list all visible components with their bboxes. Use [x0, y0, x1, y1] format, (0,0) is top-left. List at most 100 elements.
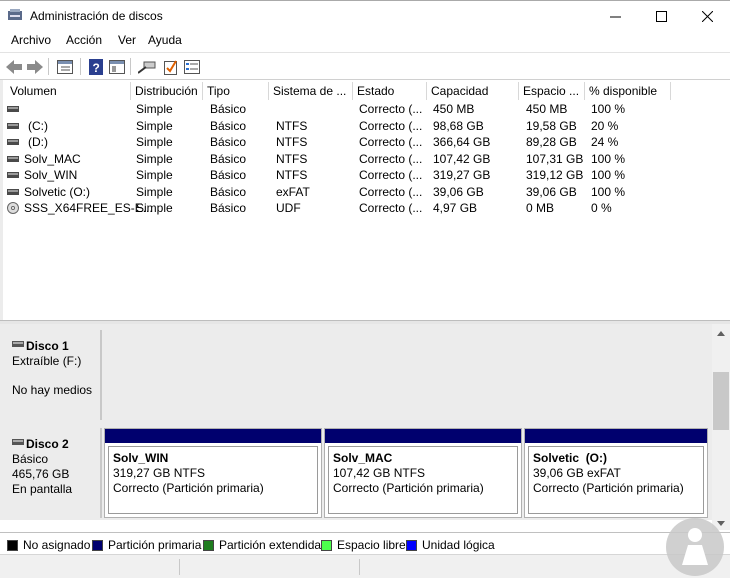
- partition-solv-win[interactable]: Solv_WIN 319,27 GB NTFS Correcto (Partic…: [104, 428, 322, 518]
- legend-item: Partición primaria: [92, 538, 201, 552]
- disk-pane-scrollbar[interactable]: [712, 324, 730, 530]
- cell-layout: Simple: [136, 102, 173, 116]
- volume-row[interactable]: Solvetic (O:) Simple Básico exFAT Correcto (…: [3, 184, 730, 201]
- minimize-button[interactable]: [592, 1, 638, 31]
- toolbar-separator: [130, 58, 131, 75]
- settings-list-button[interactable]: [183, 58, 201, 76]
- connect-button[interactable]: [138, 58, 156, 76]
- menu-archivo[interactable]: Archivo: [11, 33, 51, 47]
- legend-bar: No asignado Partición primaria Partición…: [0, 532, 730, 554]
- view-button[interactable]: [108, 58, 126, 76]
- maximize-icon: [655, 10, 667, 22]
- column-sistema-archivos[interactable]: Sistema de ...: [269, 82, 353, 100]
- cell-volume: SSS_X64FREE_ES-E...: [24, 201, 153, 215]
- partition-name: Solv_WIN: [113, 451, 169, 465]
- column-capacidad[interactable]: Capacidad: [427, 82, 519, 100]
- cell-volume: (C:): [28, 118, 48, 133]
- column-distribucion[interactable]: Distribución: [131, 82, 203, 100]
- cell-layout: Simple: [136, 168, 173, 182]
- cell-capacity: 450 MB: [433, 102, 475, 116]
- cell-status: Correcto (...: [359, 102, 423, 116]
- partition-solv-mac[interactable]: Solv_MAC 107,42 GB NTFS Correcto (Partic…: [324, 428, 522, 518]
- connect-icon: [138, 61, 156, 74]
- column-espacio-disponible[interactable]: Espacio ...: [519, 82, 585, 100]
- legend-item: Partición extendida: [203, 538, 321, 552]
- cell-fs: exFAT: [276, 184, 310, 199]
- volume-drive-icon: [7, 122, 19, 129]
- partition-status: Correcto (Partición primaria): [113, 481, 264, 495]
- maximize-button[interactable]: [638, 1, 684, 31]
- cell-pct: 100 %: [591, 151, 626, 166]
- column-tipo[interactable]: Tipo: [203, 82, 269, 100]
- back-button[interactable]: [5, 58, 23, 76]
- legend-item: Unidad lógica: [406, 538, 495, 552]
- scrollbar-thumb[interactable]: [713, 372, 729, 430]
- properties-icon: [57, 60, 73, 74]
- legend-label: Espacio libre: [337, 538, 406, 552]
- legend-swatch: [203, 539, 214, 551]
- cell-status: Correcto (...: [359, 168, 423, 182]
- disk1-name: Disco 1: [26, 339, 69, 353]
- close-button[interactable]: [684, 1, 730, 31]
- disk1-label[interactable]: Disco 1 Extraíble (F:) No hay medios: [4, 330, 102, 420]
- cell-fs: NTFS: [276, 118, 308, 133]
- partition-name: Solv_MAC: [333, 451, 393, 465]
- volume-drive-icon: [7, 106, 19, 112]
- legend-swatch: [92, 539, 103, 551]
- volume-row[interactable]: Solv_MAC Simple Básico NTFS Correcto (... 107…: [3, 151, 730, 168]
- partition-body: Solv_MAC 107,42 GB NTFS Correcto (Partic…: [328, 446, 518, 514]
- column-volumen[interactable]: Volumen: [6, 82, 131, 100]
- cell-volume: Solv_WIN: [24, 168, 78, 182]
- volume-drive-icon: [7, 172, 19, 178]
- volume-row[interactable]: SSS_X64FREE_ES-E... Simple Básico UDF Correc…: [3, 200, 730, 217]
- cell-status: Correcto (...: [359, 151, 423, 166]
- partition-body: Solvetic (O:) 39,06 GB exFAT Correcto (P…: [528, 446, 704, 514]
- volume-drive-icon: [7, 139, 19, 145]
- properties-button[interactable]: [56, 58, 74, 76]
- cell-type: Básico: [210, 118, 247, 133]
- cell-pct: 0 %: [591, 201, 612, 215]
- partition-solvetic[interactable]: Solvetic (O:) 39,06 GB exFAT Correcto (P…: [524, 428, 708, 518]
- cell-layout: Simple: [136, 201, 173, 215]
- cell-status: Correcto (...: [359, 135, 423, 149]
- legend-swatch: [406, 539, 417, 551]
- scroll-up-button[interactable]: [712, 326, 730, 340]
- disk2-kind: Básico: [12, 452, 49, 466]
- volume-row[interactable]: (D:) Simple Básico NTFS Correcto (... 366,64 …: [3, 134, 730, 151]
- column-estado[interactable]: Estado: [353, 82, 427, 100]
- cell-fs: NTFS: [276, 168, 308, 182]
- cell-type: Básico: [210, 201, 247, 215]
- volume-row[interactable]: Simple Básico Correcto (... 450 MB 450 MB 100…: [3, 101, 730, 118]
- column-porcentaje-disponible[interactable]: % disponible: [585, 82, 671, 100]
- cell-volume: (D:): [28, 135, 48, 149]
- help-button[interactable]: ?: [87, 58, 105, 76]
- cell-status: Correcto (...: [359, 118, 423, 133]
- disk2-name: Disco 2: [26, 437, 69, 451]
- disk2-label[interactable]: Disco 2 Básico 465,76 GB En pantalla: [4, 428, 102, 518]
- cell-type: Básico: [210, 184, 247, 199]
- partition-type-bar: [105, 429, 321, 443]
- scroll-down-icon: [717, 520, 725, 526]
- legend-swatch: [7, 539, 18, 551]
- cell-pct: 100 %: [591, 184, 626, 199]
- legend-label: No asignado: [23, 538, 91, 552]
- cell-free: 319,12 GB: [526, 168, 584, 182]
- menu-ayuda[interactable]: Ayuda: [148, 33, 182, 47]
- forward-button[interactable]: [26, 58, 44, 76]
- window-title: Administración de discos: [30, 9, 163, 23]
- check-button[interactable]: [162, 58, 180, 76]
- volume-row[interactable]: Solv_WIN Simple Básico NTFS Correcto (... 319…: [3, 167, 730, 184]
- minimize-icon: [609, 16, 621, 17]
- cell-layout: Simple: [136, 151, 173, 166]
- legend-item: No asignado: [7, 538, 90, 552]
- partition-type-bar: [325, 429, 521, 443]
- menu-ver[interactable]: Ver: [118, 33, 136, 47]
- cell-free: 89,28 GB: [526, 135, 577, 149]
- cell-type: Básico: [210, 102, 247, 116]
- volume-drive-icon: [7, 188, 19, 195]
- close-icon: [701, 10, 713, 22]
- view-icon: [109, 60, 125, 74]
- menu-accion[interactable]: Acción: [66, 33, 102, 47]
- partition-name: Solvetic (O:): [533, 451, 608, 465]
- volume-row[interactable]: (C:) Simple Básico NTFS Correcto (... 98,68 G…: [3, 118, 730, 135]
